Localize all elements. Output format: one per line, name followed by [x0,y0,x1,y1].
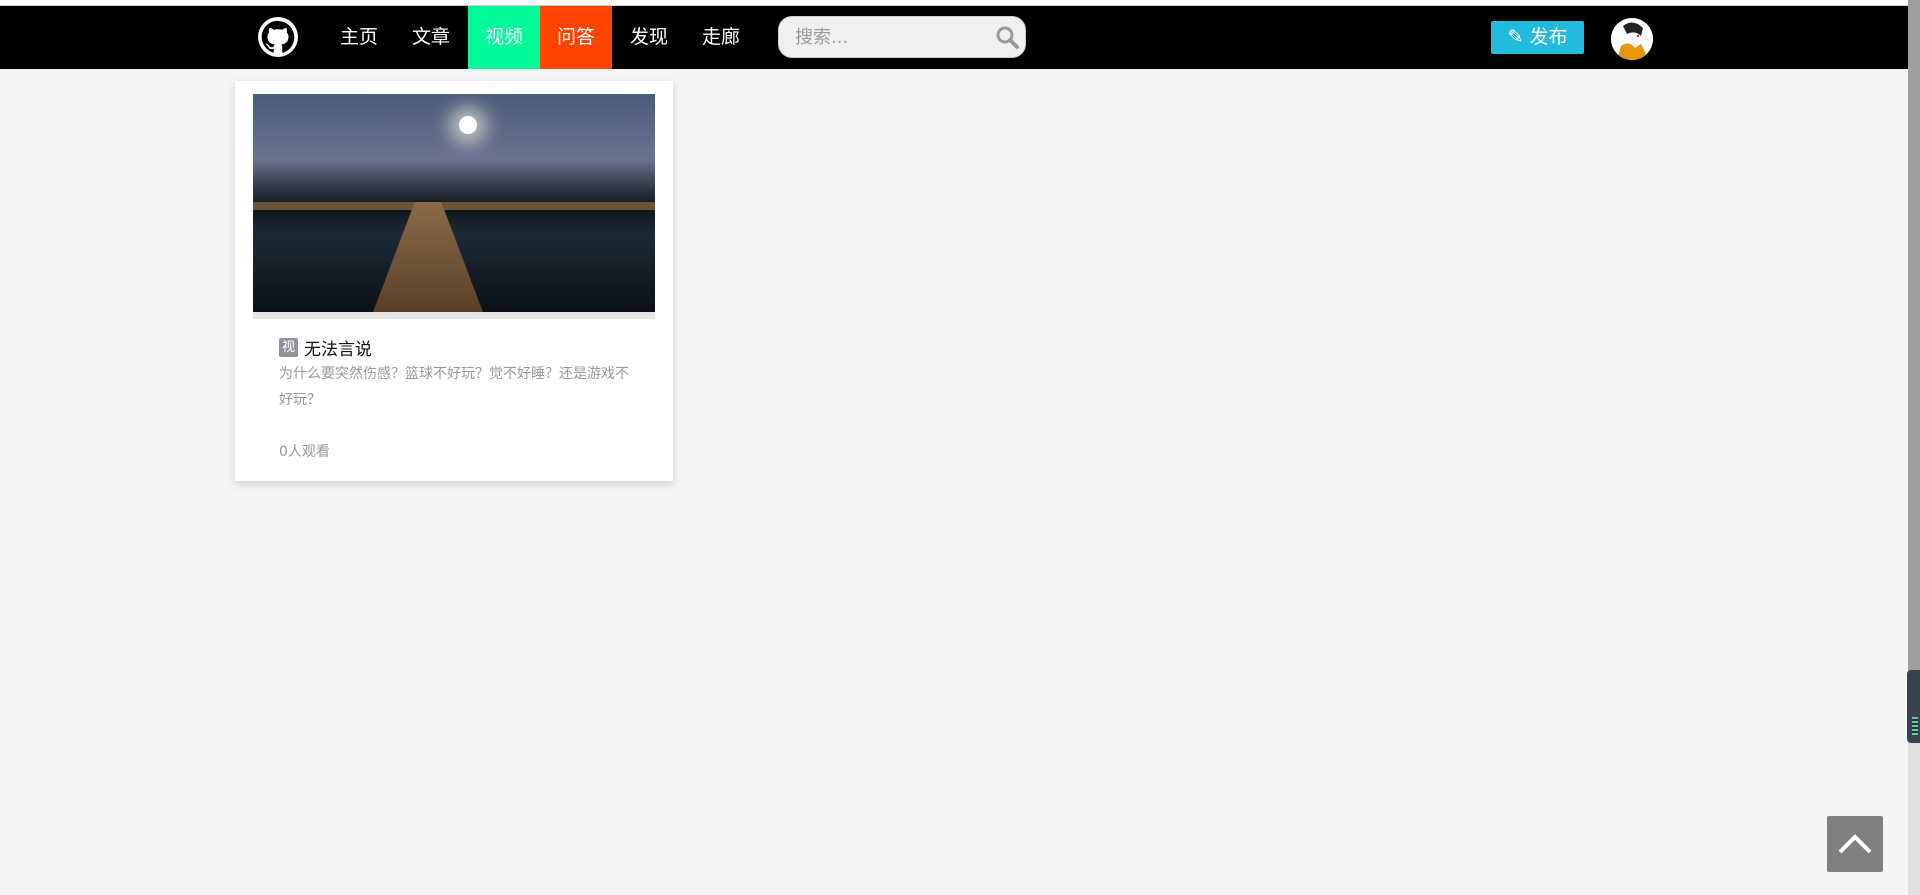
nav-qa[interactable]: 问答 [540,6,612,69]
video-card[interactable]: 视 无法言说 为什么要突然伤感？篮球不好玩？觉不好睡？还是游戏不好玩？ 0人观看 [235,81,673,481]
nav-videos[interactable]: 视频 [468,6,540,69]
publish-button[interactable]: ✎ 发布 [1491,21,1584,54]
video-thumbnail[interactable] [253,94,655,319]
github-logo-icon[interactable] [258,17,298,57]
publish-label: 发布 [1529,26,1568,48]
search-icon[interactable] [995,25,1019,49]
chevron-up-icon [1838,834,1872,854]
night-pier-image [253,94,655,312]
nav-gallery[interactable]: 走廊 [685,6,757,69]
search-box [778,16,1026,58]
scrollbar-thumb[interactable] [1908,0,1920,740]
side-widget-icon[interactable] [1907,670,1920,743]
video-badge: 视 [279,338,298,357]
magic-wand-icon: ✎ [1507,26,1524,48]
view-count: 0人观看 [279,444,330,460]
nav-discover[interactable]: 发现 [613,6,685,69]
user-avatar[interactable] [1611,18,1653,60]
nav-home[interactable]: 主页 [323,6,395,69]
nav-articles[interactable]: 文章 [395,6,467,69]
back-to-top-button[interactable] [1827,816,1883,872]
search-input[interactable] [779,17,979,57]
video-title[interactable]: 无法言说 [304,335,372,360]
top-navbar: 主页 文章 视频 问答 发现 走廊 ✎ 发布 [0,6,1908,69]
video-description: 为什么要突然伤感？篮球不好玩？觉不好睡？还是游戏不好玩？ [279,366,629,408]
video-title-row[interactable]: 视 无法言说 [279,335,372,360]
